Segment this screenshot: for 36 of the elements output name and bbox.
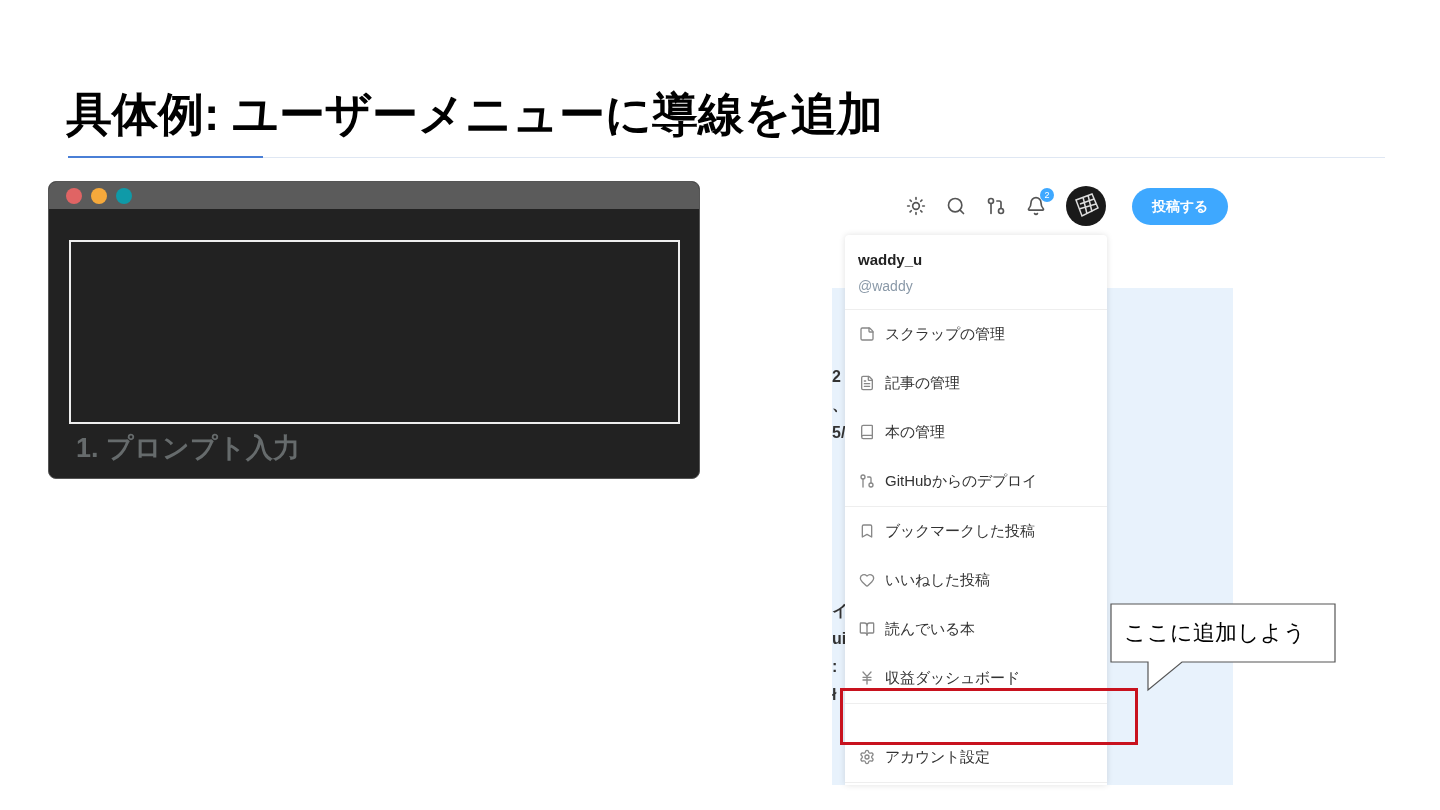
- callout-text: ここに追加しよう: [1124, 619, 1306, 647]
- user-handle: @waddy: [858, 276, 914, 296]
- menu-item[interactable]: アカウント設定: [845, 732, 1107, 782]
- bell-icon[interactable]: [1026, 196, 1046, 216]
- page-text: イ: [832, 601, 845, 621]
- branch-icon[interactable]: [986, 196, 1006, 216]
- menu-item[interactable]: いいねした投稿: [845, 555, 1107, 605]
- menu-item[interactable]: 記事の管理: [845, 358, 1107, 408]
- bookmark-icon: [859, 523, 875, 539]
- menu-item[interactable]: 読んでいる本: [845, 604, 1107, 654]
- branch-icon: [859, 473, 875, 489]
- user-name: waddy_u: [858, 250, 924, 270]
- menu-item[interactable]: スクラップの管理: [845, 309, 1107, 359]
- menu-item[interactable]: 収益ダッシュボード: [845, 653, 1107, 703]
- menu-item[interactable]: ブックマークした投稿: [845, 506, 1107, 556]
- avatar[interactable]: [1066, 186, 1106, 226]
- book-icon: [859, 424, 875, 440]
- settings-icon: [859, 749, 875, 765]
- menu-item[interactable]: GitHubからのデプロイ: [845, 456, 1107, 506]
- page-text: 2: [832, 367, 842, 387]
- open-book-icon: [859, 621, 875, 637]
- terminal-caption: 1. プロンプト入力: [76, 432, 302, 465]
- yen-icon: [859, 670, 875, 686]
- page-text: ł: [832, 685, 838, 705]
- slide-title: 具体例: ユーザーメニューに導線を追加: [66, 87, 885, 142]
- menu-item[interactable]: 本の管理: [845, 407, 1107, 457]
- document-icon: [859, 375, 875, 391]
- note-icon: [859, 326, 875, 342]
- notification-badge: 2: [1040, 188, 1054, 202]
- page-text: 、: [832, 395, 845, 415]
- search-icon[interactable]: [946, 196, 966, 216]
- page-text: ui: [832, 629, 845, 649]
- heart-icon: [859, 572, 875, 588]
- sun-icon[interactable]: [906, 196, 926, 216]
- page-text: :: [832, 657, 839, 677]
- page-text: 5/: [832, 423, 845, 443]
